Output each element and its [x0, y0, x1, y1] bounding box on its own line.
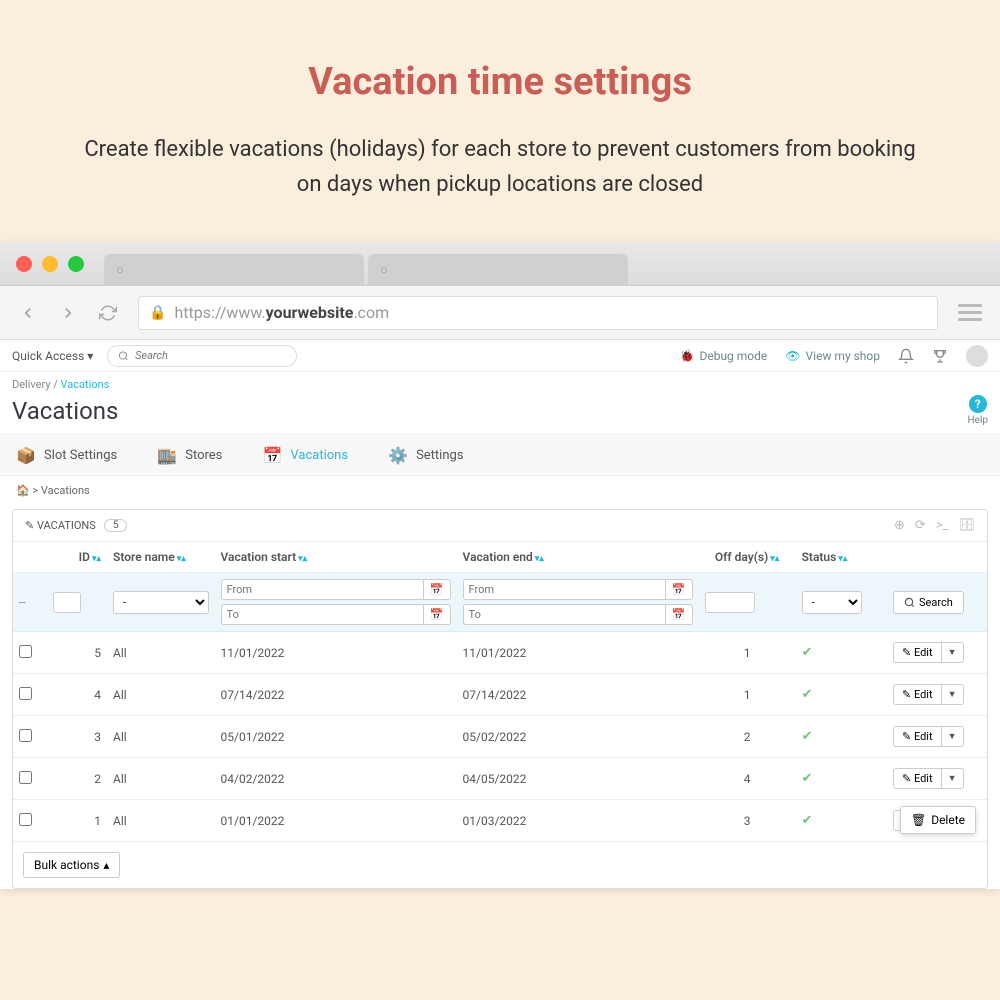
search-input[interactable] [107, 345, 297, 367]
url-text: https://www.yourwebsite.com [174, 303, 389, 322]
table-row[interactable]: 3All05/01/202205/02/2022 2✔ ✎ Edit▼ [13, 716, 987, 758]
search-icon [118, 350, 129, 362]
hero-subtitle: Create flexible vacations (holidays) for… [80, 132, 920, 202]
quick-access-dropdown[interactable]: Quick Access ▾ [12, 349, 93, 363]
col-status[interactable]: Status [802, 550, 837, 564]
calendar-icon[interactable]: 📅 [666, 579, 693, 600]
lock-icon: 🔒 [149, 305, 166, 321]
vacations-panel: ✎ VACATIONS 5 ⊕ ⟳ >_ 🗄 ID▾▴ Store name▾▴… [12, 509, 988, 889]
refresh-icon[interactable]: ⟳ [915, 518, 926, 533]
check-icon: ✔ [802, 687, 813, 702]
row-checkbox[interactable] [19, 645, 32, 658]
hamburger-menu-icon[interactable] [958, 304, 982, 321]
tab-vacations[interactable]: 📅Vacations [262, 445, 348, 465]
check-icon: ✔ [802, 813, 813, 828]
sql-icon[interactable]: >_ [936, 518, 949, 533]
check-icon: ✔ [802, 645, 813, 660]
count-badge: 5 [104, 519, 128, 532]
calendar-icon: 📅 [262, 445, 282, 465]
reload-button[interactable] [98, 303, 118, 323]
filter-vstart-to[interactable] [221, 604, 424, 625]
module-tabs: 📦Slot Settings 🏬Stores 📅Vacations ⚙️Sett… [0, 434, 1000, 476]
search-field[interactable] [135, 349, 286, 362]
box-icon: 📦 [16, 445, 36, 465]
edit-dropdown[interactable]: ▼ [942, 642, 964, 663]
calendar-icon[interactable]: 📅 [666, 604, 693, 625]
maximize-window-icon[interactable] [68, 256, 84, 272]
table-row[interactable]: 2All04/02/202204/05/2022 4✔ ✎ Edit▼ [13, 758, 987, 800]
table-row[interactable]: 1All01/01/202201/03/2022 3✔ ✎ Edit▼ [13, 800, 987, 842]
notifications-icon[interactable] [898, 348, 914, 364]
edit-button[interactable]: ✎ Edit [893, 726, 942, 747]
help-icon: ? [969, 395, 987, 413]
filter-vstart-from[interactable] [221, 579, 424, 600]
tab-stores[interactable]: 🏬Stores [157, 445, 222, 465]
filter-id[interactable] [53, 592, 81, 613]
browser-tab[interactable]: ○ [368, 254, 628, 286]
store-icon: 🏬 [157, 445, 177, 465]
panel-title: ✎ VACATIONS [25, 519, 96, 532]
help-button[interactable]: ? Help [968, 395, 988, 426]
vacations-table: ID▾▴ Store name▾▴ Vacation start▾▴ Vacat… [13, 542, 987, 842]
debug-mode-link[interactable]: 🐞Debug mode [680, 349, 768, 363]
col-store[interactable]: Store name [113, 550, 175, 564]
delete-action[interactable]: Delete [931, 813, 965, 827]
col-id[interactable]: ID [79, 550, 90, 564]
edit-dropdown[interactable]: ▼ [942, 768, 964, 789]
gear-icon: ⚙️ [388, 445, 408, 465]
row-checkbox[interactable] [19, 729, 32, 742]
filter-status[interactable]: - [802, 591, 862, 614]
col-vstart[interactable]: Vacation start [221, 550, 297, 564]
bug-icon: 🐞 [680, 349, 695, 363]
minimize-window-icon[interactable] [42, 256, 58, 272]
tab-settings[interactable]: ⚙️Settings [388, 445, 463, 465]
url-input[interactable]: 🔒 https://www.yourwebsite.com [138, 296, 938, 330]
col-vend[interactable]: Vacation end [463, 550, 533, 564]
add-icon[interactable]: ⊕ [894, 518, 905, 533]
eye-icon: 👁 [785, 349, 800, 363]
edit-button[interactable]: ✎ Edit [893, 642, 942, 663]
dropdown-menu: 🗑 Delete [900, 806, 976, 834]
edit-button[interactable]: ✎ Edit [893, 684, 942, 705]
user-avatar[interactable] [966, 345, 988, 367]
check-icon: ✔ [802, 771, 813, 786]
edit-dropdown[interactable]: ▼ [942, 684, 964, 705]
calendar-icon[interactable]: 📅 [424, 604, 451, 625]
col-off[interactable]: Off day(s) [715, 550, 768, 564]
bulk-actions-button[interactable]: Bulk actions ▴ [23, 852, 120, 878]
edit-button[interactable]: ✎ Edit [893, 768, 942, 789]
address-bar: 🔒 https://www.yourwebsite.com [0, 286, 1000, 340]
breadcrumb-link[interactable]: Vacations [61, 378, 110, 391]
edit-dropdown[interactable]: ▼ [942, 726, 964, 747]
admin-top-bar: Quick Access ▾ 🐞Debug mode 👁View my shop [0, 340, 1000, 372]
sub-breadcrumb: 🏠 > Vacations [0, 476, 1000, 505]
hero-title: Vacation time settings [80, 60, 920, 104]
browser-tab-bar: ○ ○ [0, 242, 1000, 286]
check-icon: ✔ [802, 729, 813, 744]
calendar-icon[interactable]: 📅 [424, 579, 451, 600]
row-checkbox[interactable] [19, 687, 32, 700]
table-row[interactable]: 4All07/14/202207/14/2022 1✔ ✎ Edit▼ [13, 674, 987, 716]
trophy-icon[interactable] [932, 348, 948, 364]
trash-icon: 🗑 [911, 813, 926, 827]
row-checkbox[interactable] [19, 771, 32, 784]
breadcrumb: Delivery / Vacations [0, 372, 1000, 393]
browser-window: ○ ○ 🔒 https://www.yourwebsite.com Quick … [0, 242, 1000, 889]
export-icon[interactable]: 🗄 [958, 518, 975, 533]
search-button[interactable]: Search [893, 591, 964, 614]
browser-tab[interactable]: ○ [104, 254, 364, 286]
close-window-icon[interactable] [16, 256, 32, 272]
forward-button[interactable] [58, 303, 78, 323]
view-shop-link[interactable]: 👁View my shop [785, 349, 880, 363]
row-checkbox[interactable] [19, 813, 32, 826]
filter-store[interactable]: - [113, 591, 209, 614]
filter-vend-from[interactable] [463, 579, 666, 600]
table-row[interactable]: 5All11/01/202211/01/2022 1✔ ✎ Edit▼ [13, 632, 987, 674]
back-button[interactable] [18, 303, 38, 323]
tab-slot-settings[interactable]: 📦Slot Settings [16, 445, 117, 465]
page-title: Vacations [12, 397, 118, 425]
filter-vend-to[interactable] [463, 604, 666, 625]
filter-off[interactable] [705, 592, 755, 613]
